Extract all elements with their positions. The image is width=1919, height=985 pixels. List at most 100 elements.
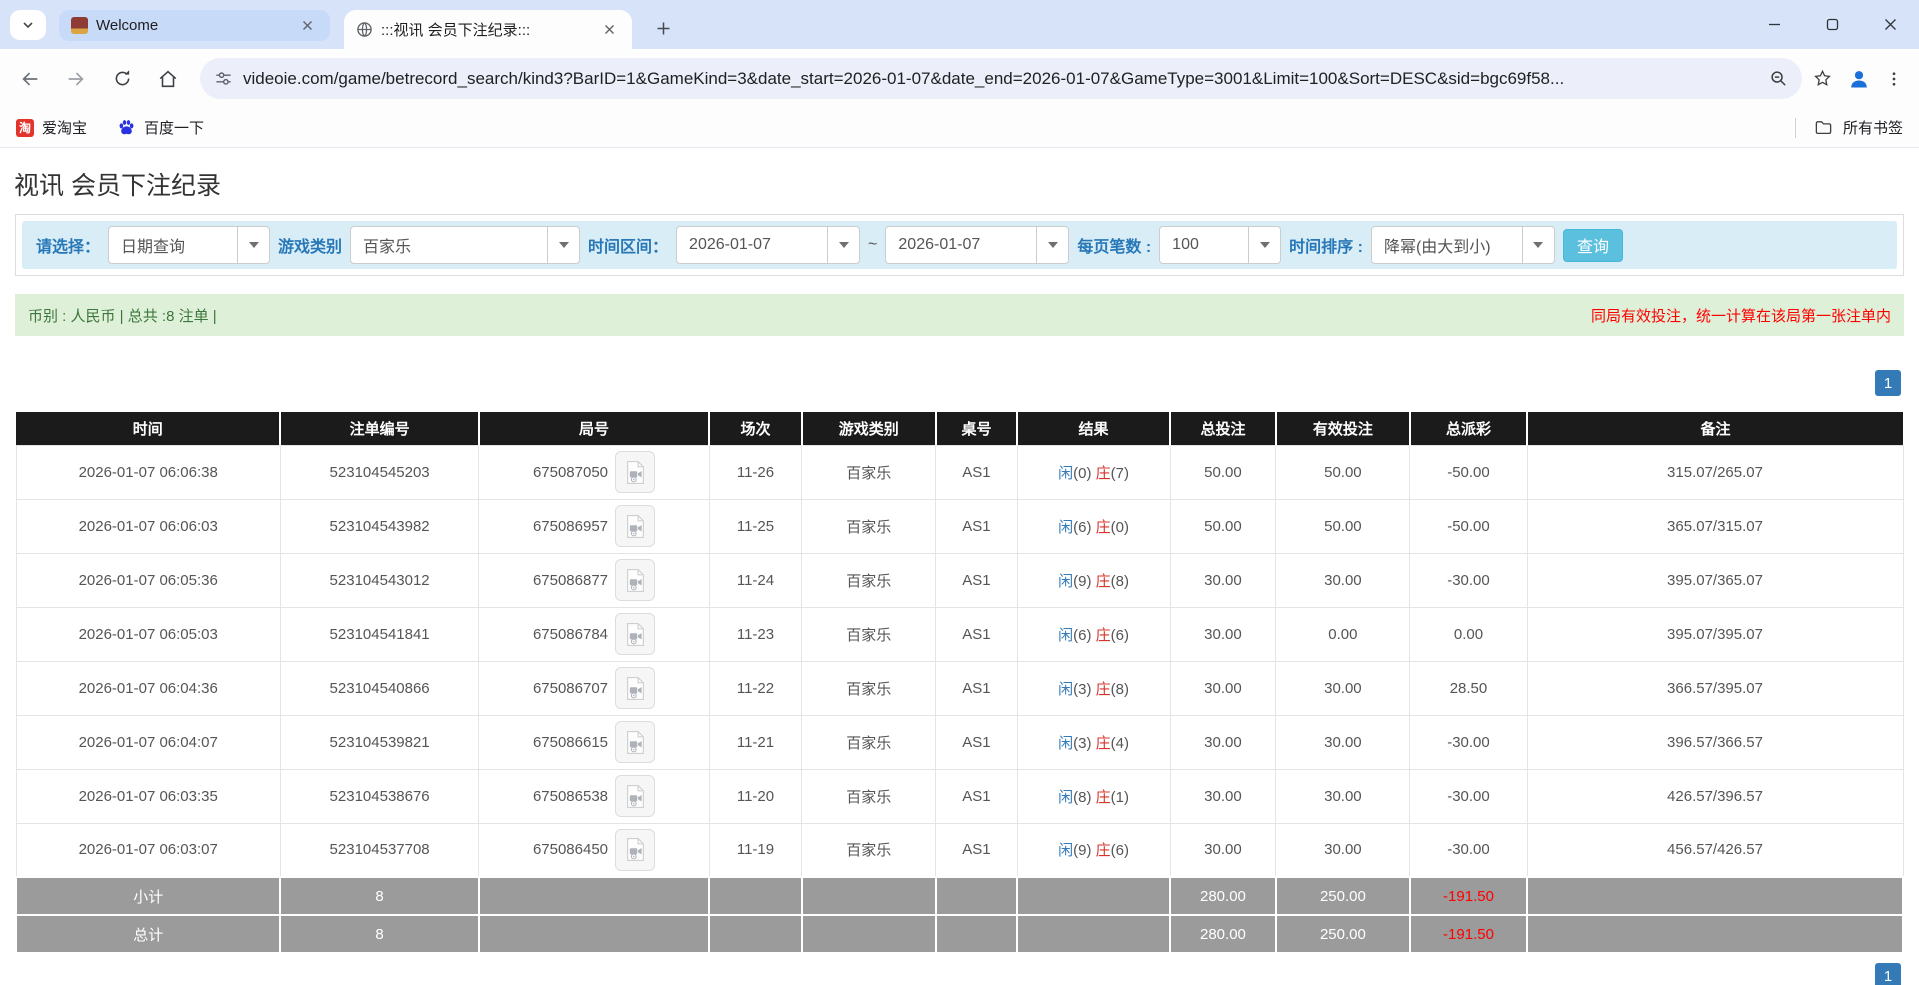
maximize-button[interactable] [1803,0,1861,49]
video-file-icon [625,730,646,755]
cell-session: 11-21 [709,715,802,769]
cell-round: 675086877 [479,553,709,607]
video-replay-button[interactable] [615,667,655,709]
table-row: 2026-01-07 06:06:38523104545203675087050… [16,445,1903,499]
table-row: 2026-01-07 06:04:07523104539821675086615… [16,715,1903,769]
tab-welcome[interactable]: Welcome [59,10,330,41]
cell-result: 闲(9) 庄(8) [1017,553,1170,607]
round-number: 675086707 [533,680,608,697]
cell-payout: -30.00 [1410,715,1527,769]
table-body: 2026-01-07 06:06:38523104545203675087050… [16,445,1903,877]
query-type-select[interactable]: 日期查询 [108,226,270,264]
chevron-down-icon [547,227,579,263]
close-window-button[interactable] [1861,0,1919,49]
reload-button[interactable] [104,61,140,97]
summary-cell [1017,877,1170,915]
cell-session: 11-23 [709,607,802,661]
all-bookmarks[interactable]: 所有书签 [1795,117,1903,138]
chevron-down-icon [1248,227,1280,263]
video-replay-button[interactable] [615,775,655,817]
globe-icon [356,21,373,38]
menu-dots-icon[interactable] [1885,69,1903,89]
video-replay-button[interactable] [615,505,655,547]
cell-total_bet: 30.00 [1170,823,1276,877]
bookmark-aitaobao[interactable]: 淘 爱淘宝 [16,117,87,138]
cell-session: 11-19 [709,823,802,877]
sort-value: 降幂(由大到小) [1372,233,1522,257]
video-replay-button[interactable] [615,451,655,493]
date-start-select[interactable]: 2026-01-07 [676,226,860,264]
cell-time: 2026-01-07 06:06:03 [16,499,280,553]
summary-cell: 280.00 [1170,915,1276,953]
forward-arrow-icon [65,68,87,90]
cell-payout: -30.00 [1410,553,1527,607]
new-tab-button[interactable] [648,13,678,43]
date-end-value: 2026-01-07 [886,236,1036,254]
tab-betrecord[interactable]: :::视讯 会员下注纪录::: [344,10,632,49]
column-header: 游戏类别 [802,412,936,445]
video-replay-button[interactable] [615,829,655,871]
summary-bar: 币别 : 人民币 | 总共 :8 注单 | 同局有效投注，统一计算在该局第一张注… [15,294,1904,336]
sort-select[interactable]: 降幂(由大到小) [1371,226,1555,264]
date-end-select[interactable]: 2026-01-07 [885,226,1069,264]
cell-remark: 366.57/395.07 [1527,661,1903,715]
plus-icon [656,21,671,36]
round-number: 675086784 [533,626,608,643]
cell-session: 11-26 [709,445,802,499]
cell-round: 675086615 [479,715,709,769]
profile-avatar-icon[interactable] [1847,67,1871,91]
forward-button[interactable] [58,61,94,97]
game-kind-select[interactable]: 百家乐 [350,226,580,264]
cell-bet_id: 523104541841 [280,607,478,661]
per-page-label: 每页笔数 : [1077,233,1151,257]
bookmark-label: 百度一下 [144,117,204,138]
cell-table_no: AS1 [936,769,1017,823]
back-button[interactable] [12,61,48,97]
address-bar[interactable]: videoie.com/game/betrecord_search/kind3?… [200,58,1802,99]
reload-icon [112,68,133,89]
summary-cell [479,915,709,953]
bookmark-star-icon[interactable] [1812,68,1833,89]
cell-payout: 0.00 [1410,607,1527,661]
cell-bet_id: 523104543012 [280,553,478,607]
column-header: 总派彩 [1410,412,1527,445]
per-page-select[interactable]: 100 [1159,226,1281,264]
close-tab-icon[interactable] [598,19,620,41]
cell-game: 百家乐 [802,445,936,499]
cell-game: 百家乐 [802,769,936,823]
zoom-icon[interactable] [1769,69,1788,88]
video-replay-button[interactable] [615,559,655,601]
cell-table_no: AS1 [936,553,1017,607]
pagination-page-1[interactable]: 1 [1875,370,1901,396]
browser-toolbar: videoie.com/game/betrecord_search/kind3?… [0,49,1919,108]
cell-result: 闲(8) 庄(1) [1017,769,1170,823]
cell-valid_bet: 50.00 [1276,499,1410,553]
table-footer: 小计8280.00250.00-191.50总计8280.00250.00-19… [16,877,1903,953]
chevron-down-icon [827,227,859,263]
column-header: 注单编号 [280,412,478,445]
cell-table_no: AS1 [936,445,1017,499]
minimize-button[interactable] [1745,0,1803,49]
search-button[interactable]: 查询 [1563,229,1623,262]
pagination-page-1-bottom[interactable]: 1 [1875,963,1901,985]
cell-result: 闲(9) 庄(6) [1017,823,1170,877]
bookmark-baidu[interactable]: 百度一下 [117,117,204,138]
column-header: 场次 [709,412,802,445]
video-replay-button[interactable] [615,721,655,763]
table-row: 2026-01-07 06:03:35523104538676675086538… [16,769,1903,823]
column-header: 局号 [479,412,709,445]
cell-remark: 456.57/426.57 [1527,823,1903,877]
close-tab-icon[interactable] [296,15,318,37]
home-button[interactable] [150,61,186,97]
summary-cell: -191.50 [1410,877,1527,915]
video-replay-button[interactable] [615,613,655,655]
tab-search-button[interactable] [10,10,46,40]
bookmark-label: 爱淘宝 [42,117,87,138]
cell-bet_id: 523104539821 [280,715,478,769]
table-header: 时间注单编号局号场次游戏类别桌号结果总投注有效投注总派彩备注 [16,412,1903,445]
summary-row: 总计8280.00250.00-191.50 [16,915,1903,953]
video-file-icon [625,622,646,647]
page-content: 视讯 会员下注纪录 请选择： 日期查询 游戏类别 百家乐 时间区间： 2026-… [0,148,1919,985]
browser-window: Welcome :::视讯 会员下注纪录::: [0,0,1919,985]
summary-row: 小计8280.00250.00-191.50 [16,877,1903,915]
